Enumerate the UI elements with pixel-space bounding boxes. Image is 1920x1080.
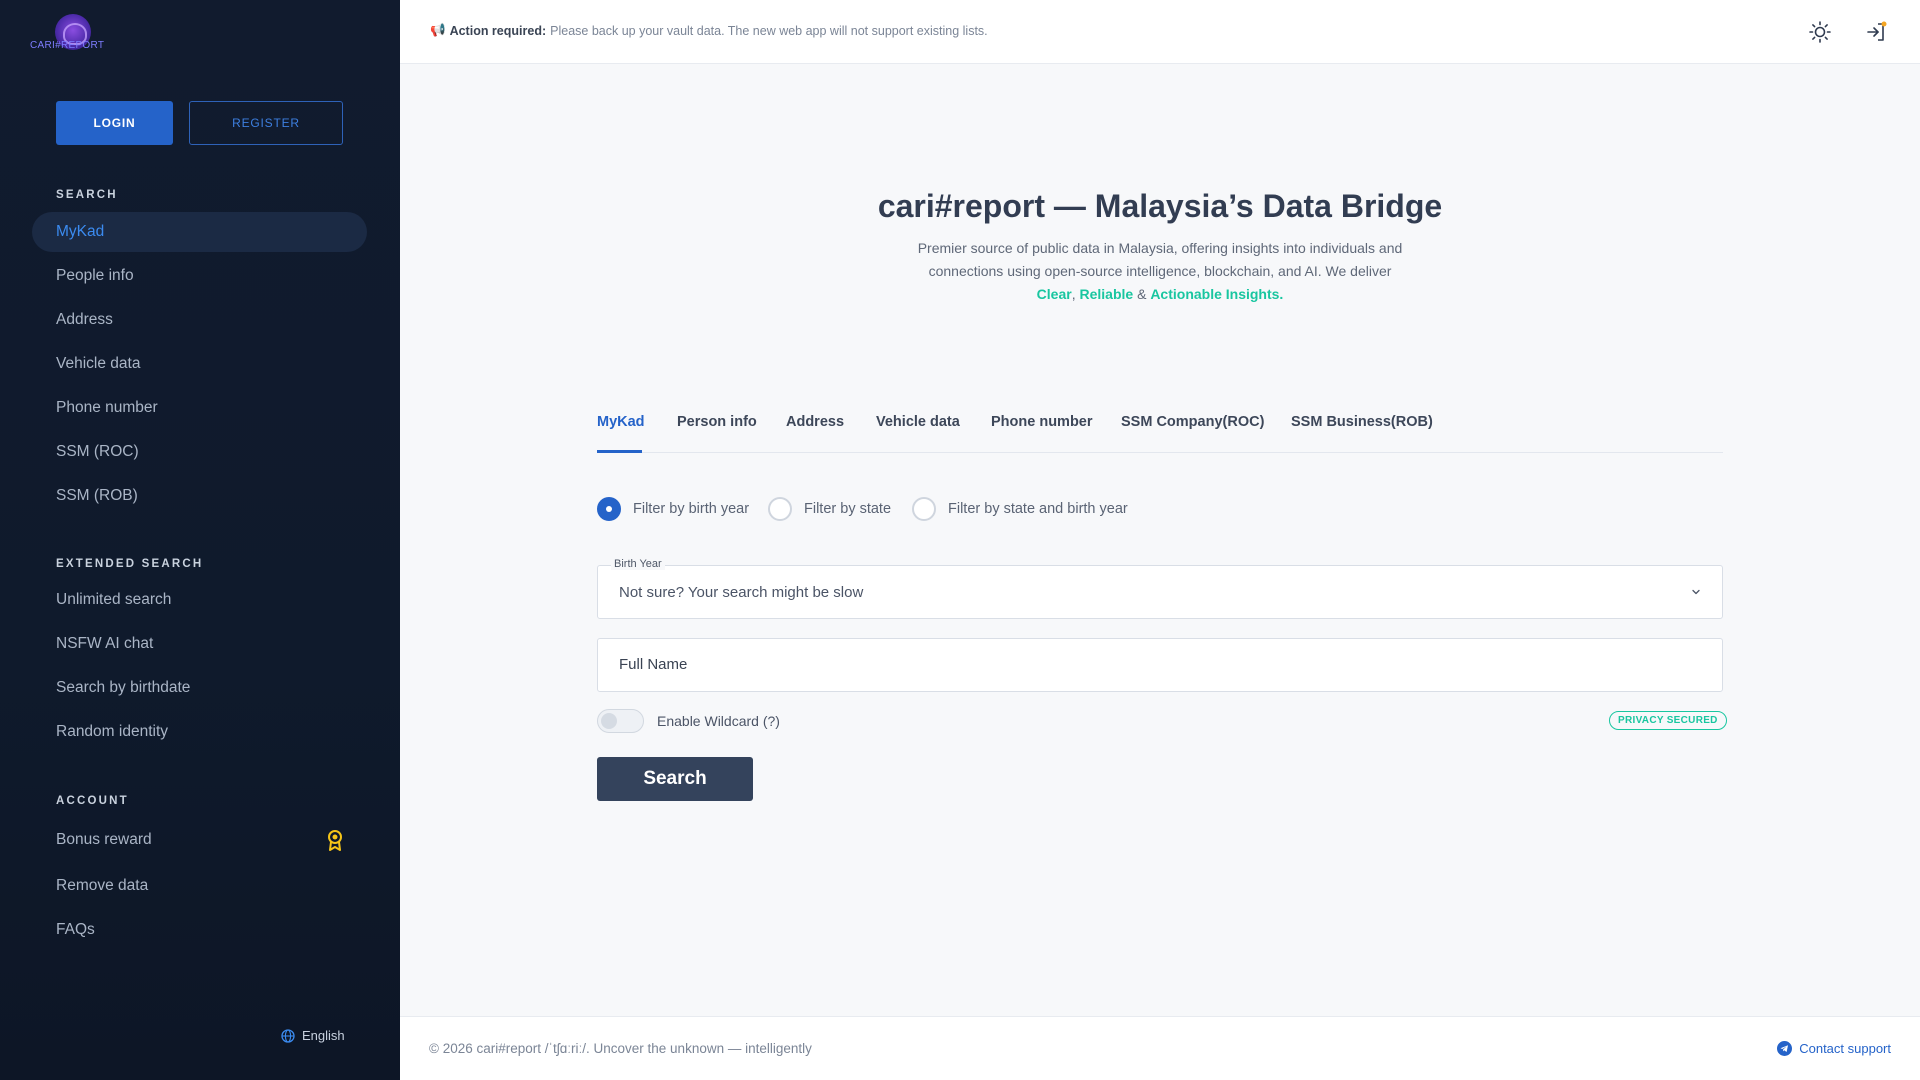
highlight-actionable: Actionable Insights. — [1150, 286, 1284, 302]
radio-unchecked[interactable] — [912, 497, 936, 521]
top-bar: 📢 Action required: Please back up your v… — [400, 0, 1920, 64]
highlight-clear: Clear — [1036, 286, 1072, 302]
section-title-extended-search: EXTENDED SEARCH — [56, 558, 204, 570]
action-notice: 📢 Action required: Please back up your v… — [430, 23, 988, 38]
tab-label: MyKad — [597, 414, 645, 430]
section-title-search: SEARCH — [56, 189, 118, 201]
support-label: Contact support — [1799, 1041, 1891, 1056]
tab-phone-number[interactable]: Phone number — [991, 414, 1093, 430]
full-name-input[interactable] — [619, 656, 1699, 673]
sidebar-item-unlimited-search[interactable]: Unlimited search — [32, 580, 367, 620]
section-title-account: ACCOUNT — [56, 795, 129, 807]
contact-support-link[interactable]: Contact support — [1777, 1041, 1891, 1056]
sidebar: CARI#REPORT LOGIN REGISTER SEARCH MyKad … — [0, 0, 400, 1080]
filter-state-option[interactable]: Filter by state — [768, 497, 891, 521]
sun-icon[interactable] — [1808, 20, 1832, 44]
full-name-field[interactable] — [597, 638, 1723, 692]
footer: © 2026 cari#report /ˈtʃɑːriː/. Uncover t… — [400, 1016, 1920, 1080]
login-icon[interactable] — [1864, 20, 1888, 44]
radio-unchecked[interactable] — [768, 497, 792, 521]
radio-checked[interactable] — [597, 497, 621, 521]
sidebar-item-nsfw-ai-chat[interactable]: NSFW AI chat — [32, 624, 367, 664]
filter-label: Filter by birth year — [633, 501, 750, 517]
sidebar-item-random-identity[interactable]: Random identity — [32, 712, 367, 752]
tab-address[interactable]: Address — [786, 414, 844, 430]
award-icon — [328, 830, 342, 851]
tab-vehicle-data[interactable]: Vehicle data — [876, 414, 960, 430]
sidebar-item-label: Bonus reward — [56, 831, 152, 848]
tab-mykad[interactable]: MyKad — [597, 414, 645, 430]
notice-bold: Action required: — [449, 23, 547, 38]
tab-ssm-company[interactable]: SSM Company(ROC) — [1121, 414, 1264, 430]
tab-person-info[interactable]: Person info — [677, 414, 757, 430]
filter-label: Filter by state and birth year — [948, 501, 1128, 517]
tab-active-indicator — [597, 450, 642, 453]
auth-buttons: LOGIN REGISTER — [56, 101, 343, 145]
language-label: English — [302, 1028, 345, 1043]
search-tabs: MyKad Person info Address Vehicle data P… — [597, 402, 1723, 453]
highlight-reliable: Reliable — [1079, 286, 1134, 302]
search-button[interactable]: Search — [597, 757, 753, 801]
filter-state-birth-year-option[interactable]: Filter by state and birth year — [912, 497, 1128, 521]
logo-text: CARI#REPORT — [30, 40, 105, 51]
privacy-badge: PRIVACY SECURED — [1609, 711, 1727, 730]
hero-description: Premier source of public data in Malaysi… — [910, 237, 1410, 306]
birth-year-label: Birth Year — [611, 558, 665, 570]
page-title: cari#report — Malaysia’s Data Bridge — [877, 188, 1443, 224]
wildcard-toggle[interactable] — [597, 709, 644, 733]
footer-copyright: © 2026 cari#report /ˈtʃɑːriː/. Uncover t… — [429, 1041, 812, 1056]
sidebar-item-search-by-birthdate[interactable]: Search by birthdate — [32, 668, 367, 708]
sidebar-item-people-info[interactable]: People info — [32, 256, 367, 296]
megaphone-icon: 📢 — [430, 23, 446, 37]
sidebar-item-address[interactable]: Address — [32, 300, 367, 340]
sidebar-item-bonus-reward[interactable]: Bonus reward — [32, 820, 367, 860]
separator-ampersand: & — [1133, 286, 1151, 302]
sidebar-item-phone-number[interactable]: Phone number — [32, 388, 367, 428]
sidebar-item-ssm-roc[interactable]: SSM (ROC) — [32, 432, 367, 472]
filter-label: Filter by state — [804, 501, 892, 517]
tab-ssm-business[interactable]: SSM Business(ROB) — [1291, 414, 1433, 430]
birth-year-value: Not sure? Your search might be slow — [619, 584, 864, 601]
sidebar-item-faqs[interactable]: FAQs — [32, 910, 367, 950]
filter-birth-year-option[interactable]: Filter by birth year — [597, 497, 749, 521]
language-selector[interactable]: English — [281, 1028, 345, 1043]
birth-year-select[interactable]: Birth Year Not sure? Your search might b… — [597, 558, 1723, 619]
telegram-icon — [1777, 1041, 1793, 1056]
sidebar-item-vehicle-data[interactable]: Vehicle data — [32, 344, 367, 384]
notice-text: Please back up your vault data. The new … — [550, 23, 988, 38]
brand-logo[interactable]: CARI#REPORT — [30, 14, 104, 54]
register-button[interactable]: REGISTER — [189, 101, 343, 145]
login-button[interactable]: LOGIN — [56, 101, 173, 145]
sidebar-item-ssm-rob[interactable]: SSM (ROB) — [32, 476, 367, 516]
hero-desc-text: Premier source of public data in Malaysi… — [917, 240, 1403, 279]
sidebar-item-remove-data[interactable]: Remove data — [32, 866, 367, 906]
chevron-down-icon — [1692, 589, 1700, 595]
sidebar-item-mykad[interactable]: MyKad — [32, 212, 367, 252]
wildcard-label: Enable Wildcard (?) — [657, 713, 780, 729]
globe-icon — [281, 1028, 295, 1043]
wildcard-toggle-row: Enable Wildcard (?) — [597, 709, 780, 733]
